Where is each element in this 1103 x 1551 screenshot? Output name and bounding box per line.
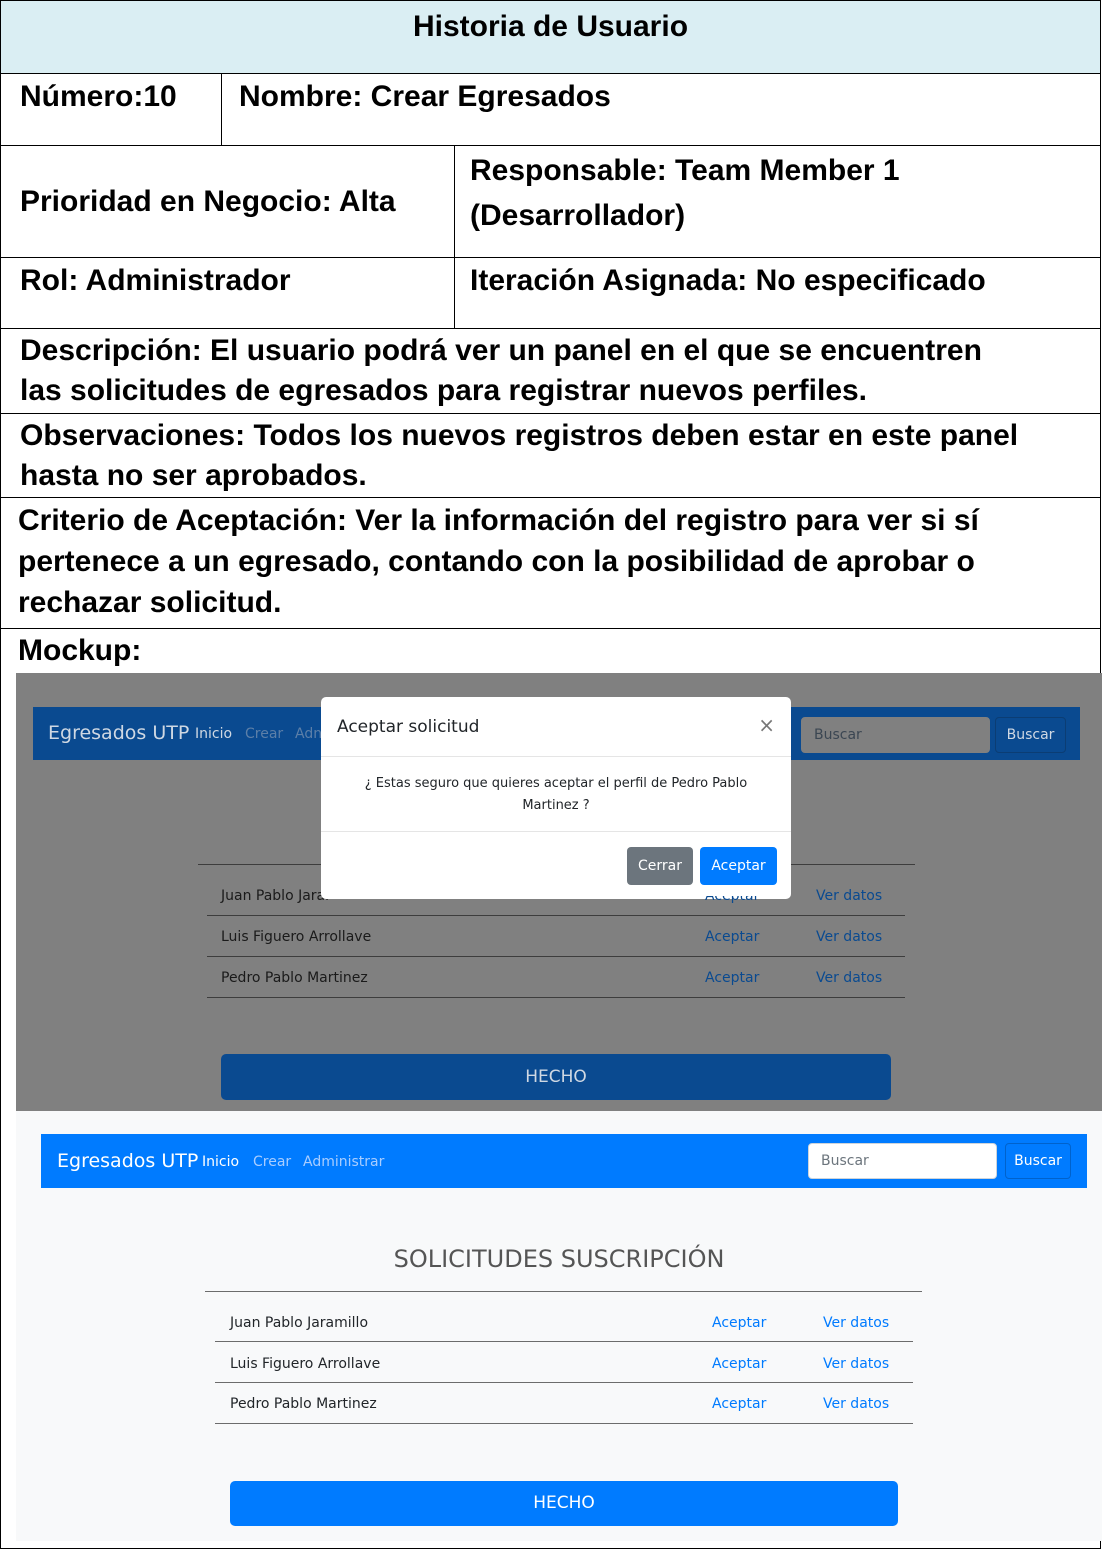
modal-body: ¿ Estas seguro que quieres aceptar el pe… [341, 773, 771, 817]
observations-line-1: Observaciones: Todos los nuevos registro… [20, 419, 1019, 452]
view-data-link[interactable]: Ver datos [816, 888, 882, 904]
search-button[interactable]: Buscar [995, 717, 1066, 753]
observations: Observaciones: Todos los nuevos registro… [1, 414, 1100, 497]
modal-body-line-2: Martinez ? [522, 798, 590, 813]
search-button[interactable]: Buscar [1005, 1143, 1071, 1179]
row-divider [207, 915, 905, 916]
page-heading: SOLICITUDES SUSCRIPCIÓN [393, 1245, 725, 1273]
story-number: Número:10 [20, 80, 177, 113]
accept-link[interactable]: Aceptar [712, 1356, 766, 1372]
nav-crear[interactable]: Crear [245, 726, 283, 742]
responsible: Responsable: Team Member 1 (Desarrollado… [454, 146, 1100, 257]
view-data-link[interactable]: Ver datos [823, 1315, 889, 1331]
accept-link[interactable]: Aceptar [712, 1396, 766, 1412]
responsible-line-1: Responsable: Team Member 1 [470, 154, 900, 187]
responsible-line-2: (Desarrollador) [470, 199, 686, 232]
row-divider [215, 1423, 913, 1424]
mockup-modal-screenshot: Egresados UTP Inicio Crear Adn Buscar Bu… [16, 673, 1102, 1111]
brand[interactable]: Egresados UTP [48, 722, 189, 744]
observations-line-2: hasta no ser aprobados. [20, 459, 367, 492]
close-icon[interactable]: × [758, 713, 775, 737]
business-priority: Prioridad en Negocio: Alta [20, 185, 396, 218]
description-line-2: las solicitudes de egresados para regist… [20, 374, 868, 407]
criteria-line-2: pertenece a un egresado, contando con la… [18, 545, 975, 578]
nav-administrar[interactable]: Administrar [303, 1154, 384, 1170]
accept-link[interactable]: Aceptar [705, 970, 759, 986]
nav-administrar[interactable]: Adn [295, 726, 322, 742]
title-row: Historia de Usuario [1, 1, 1100, 74]
done-button[interactable]: HECHO [230, 1481, 898, 1526]
description-line-1: Descripción: El usuario podrá ver un pan… [20, 334, 982, 367]
row-divider [215, 1382, 913, 1383]
row-name: Juan Pablo Jaramillo [230, 1315, 369, 1331]
confirm-button[interactable]: Aceptar [700, 847, 777, 885]
view-data-link[interactable]: Ver datos [823, 1356, 889, 1372]
criteria-line-3: rechazar solicitud. [18, 586, 282, 619]
modal-body-line-1: ¿ Estas seguro que quieres aceptar el pe… [364, 776, 748, 791]
modal-title: Aceptar solicitud [337, 717, 480, 737]
description-row: Descripción: El usuario podrá ver un pan… [1, 329, 1100, 414]
mockup-list-screenshot: Egresados UTP Inicio Crear Administrar B… [16, 1111, 1102, 1541]
nav-inicio[interactable]: Inicio [195, 726, 232, 742]
row-name: Luis Figuero Arrollave [230, 1356, 381, 1372]
heading-divider [205, 1291, 922, 1292]
row-name: Pedro Pablo Martinez [221, 970, 368, 986]
role-iteration-row: Rol: Administrador Iteración Asignada: N… [1, 258, 1100, 329]
brand[interactable]: Egresados UTP [57, 1150, 198, 1172]
nav-crear[interactable]: Crear [253, 1154, 291, 1170]
modal-header-divider [321, 756, 791, 757]
accept-link[interactable]: Aceptar [705, 929, 759, 945]
description: Descripción: El usuario podrá ver un pan… [1, 329, 1100, 413]
accept-modal: Aceptar solicitud × ¿ Estas seguro que q… [321, 697, 791, 899]
navbar: Egresados UTP Inicio Crear Administrar B… [41, 1134, 1087, 1188]
acceptance-criteria-row: Criterio de Aceptación: Ver la informaci… [1, 498, 1100, 629]
acceptance-criteria: Criterio de Aceptación: Ver la informaci… [1, 498, 1100, 628]
row-divider [207, 997, 905, 998]
view-data-link[interactable]: Ver datos [816, 929, 882, 945]
mockup-label: Mockup: [18, 634, 142, 667]
observations-row: Observaciones: Todos los nuevos registro… [1, 414, 1100, 498]
row-divider [207, 956, 905, 957]
row-divider [215, 1341, 913, 1342]
row-name: Pedro Pablo Martinez [230, 1396, 377, 1412]
story-name: Nombre: Crear Egresados [221, 74, 1100, 145]
cancel-button[interactable]: Cerrar [627, 847, 693, 885]
search-input[interactable]: Buscar [808, 1143, 997, 1179]
row-name: Juan Pablo Jarar [221, 888, 331, 904]
accept-link[interactable]: Aceptar [712, 1315, 766, 1331]
nav-inicio[interactable]: Inicio [202, 1154, 239, 1170]
document-title: Historia de Usuario [412, 10, 689, 43]
modal-footer-divider [321, 831, 791, 832]
number-name-row: Número:10 Nombre: Crear Egresados [1, 74, 1100, 146]
search-input[interactable]: Buscar [801, 717, 990, 753]
done-button[interactable]: HECHO [221, 1054, 891, 1100]
criteria-line-1: Criterio de Aceptación: Ver la informaci… [18, 504, 979, 537]
role: Rol: Administrador [20, 264, 291, 297]
view-data-link[interactable]: Ver datos [816, 970, 882, 986]
view-data-link[interactable]: Ver datos [823, 1396, 889, 1412]
priority-responsible-row: Prioridad en Negocio: Alta Responsable: … [1, 146, 1100, 258]
row-name: Luis Figuero Arrollave [221, 929, 372, 945]
assigned-iteration: Iteración Asignada: No especificado [454, 258, 1100, 328]
